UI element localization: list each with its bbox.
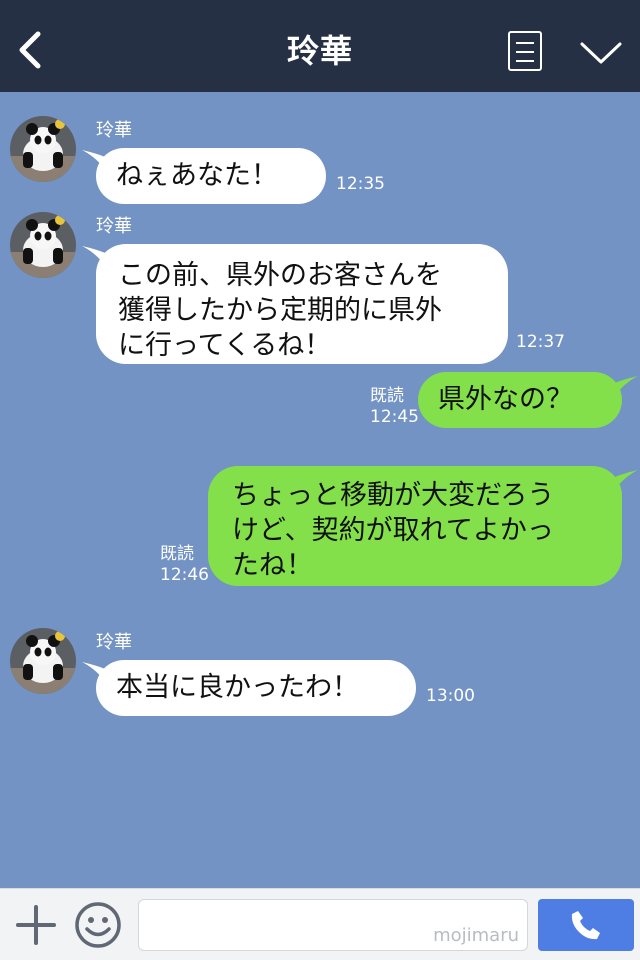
message-row: 玲華 この前、県外のお客さんを 獲得したから定期的に県外 に行ってくるね！ 12…	[0, 206, 640, 366]
message-time: 12:35	[336, 174, 385, 194]
sender-name: 玲華	[96, 120, 132, 141]
message-text: この前、県外のお客さんを	[118, 260, 442, 291]
message-text: 本当に良かったわ！	[116, 672, 359, 703]
note-icon[interactable]	[508, 31, 542, 71]
message-row: 玲華 ねぇあなた！ 12:35	[0, 110, 640, 210]
message-input[interactable]: mojimaru	[138, 899, 528, 951]
page-title: 玲華	[286, 32, 353, 70]
message-bubble[interactable]: 本当に良かったわ！	[96, 660, 416, 716]
bubble-tail	[608, 470, 638, 494]
message-time: 13:00	[426, 686, 475, 706]
smile-icon[interactable]	[74, 901, 122, 949]
chat-header: 玲華	[0, 0, 640, 92]
watermark: mojimaru	[433, 925, 519, 946]
read-receipt: 既読	[160, 544, 194, 564]
panda-avatar-icon	[10, 116, 76, 182]
bubble-tail	[608, 376, 638, 400]
message-text: に行ってくるね！	[118, 330, 332, 361]
panda-avatar-icon	[10, 628, 76, 694]
avatar[interactable]	[10, 628, 76, 694]
phone-icon	[571, 911, 600, 940]
message-row: 玲華 本当に良かったわ！ 13:00	[0, 622, 640, 722]
plus-icon[interactable]	[16, 905, 56, 945]
message-time: 12:46	[160, 565, 209, 585]
message-text: ねぇあなた！	[116, 160, 278, 191]
message-text: ちょっと移動が大変だろう	[232, 480, 555, 511]
message-text: けど、契約が取れてよかっ	[232, 515, 554, 546]
message-text: たね！	[232, 550, 313, 581]
read-receipt: 既読	[370, 386, 404, 406]
message-bubble[interactable]: この前、県外のお客さんを 獲得したから定期的に県外 に行ってくるね！	[96, 244, 508, 364]
sender-name: 玲華	[96, 216, 132, 237]
sender-name: 玲華	[96, 632, 132, 653]
message-text: 県外なの？	[438, 384, 573, 415]
message-bubble[interactable]: ちょっと移動が大変だろう けど、契約が取れてよかっ たね！	[208, 466, 622, 586]
chevron-down-icon[interactable]	[578, 38, 624, 68]
panda-avatar-icon	[10, 212, 76, 278]
avatar[interactable]	[10, 212, 76, 278]
input-bar: mojimaru	[0, 888, 640, 960]
message-row: 既読 12:45 県外なの？	[0, 368, 640, 432]
avatar[interactable]	[10, 116, 76, 182]
message-bubble[interactable]: 県外なの？	[418, 372, 622, 428]
message-time: 12:45	[370, 407, 419, 427]
message-bubble[interactable]: ねぇあなた！	[96, 148, 326, 204]
message-time: 12:37	[516, 332, 565, 352]
message-text: 獲得したから定期的に県外	[118, 295, 442, 326]
call-button[interactable]	[538, 899, 634, 951]
message-row: 既読 12:46 ちょっと移動が大変だろう けど、契約が取れてよかっ たね！	[0, 462, 640, 592]
